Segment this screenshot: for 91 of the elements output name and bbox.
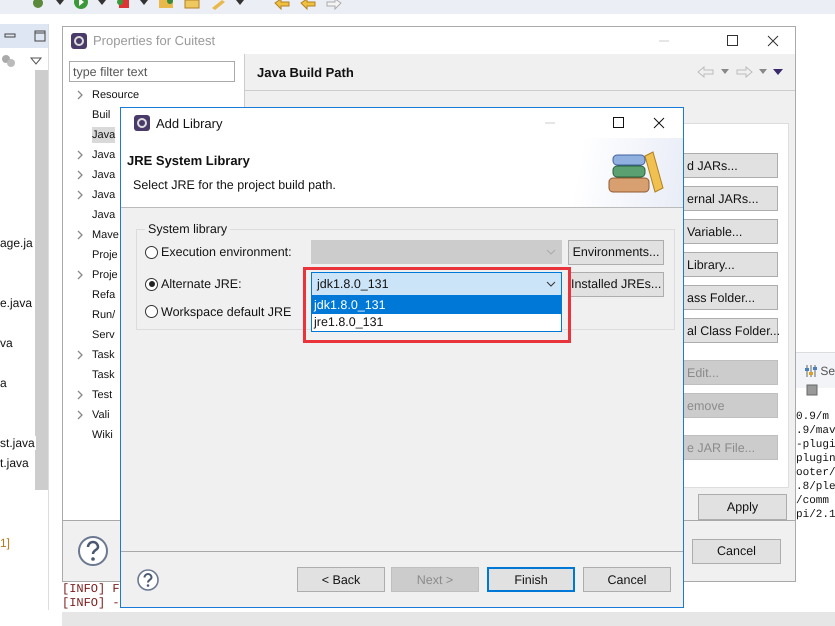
sliders-icon[interactable]: [804, 364, 818, 378]
tree-item[interactable]: Vali: [92, 407, 110, 423]
wizard-button[interactable]: Finish: [487, 567, 575, 592]
jre-button[interactable]: Installed JREs...: [568, 272, 664, 296]
maximize-icon[interactable]: [727, 34, 739, 46]
caret-icon[interactable]: [236, 0, 244, 6]
option-label[interactable]: Workspace default JRE: [161, 304, 305, 318]
tree-item[interactable]: Java: [92, 127, 116, 143]
console-line: -plugi: [796, 438, 835, 452]
side-button[interactable]: Library...: [682, 252, 778, 277]
help-icon[interactable]: [77, 535, 109, 567]
tree-item[interactable]: Resource: [92, 87, 140, 103]
tree-item[interactable]: Java: [92, 207, 116, 223]
arrow-left-icon[interactable]: [300, 0, 316, 10]
side-button[interactable]: al Class Folder...: [682, 318, 778, 343]
console-line: .8/ple: [796, 480, 835, 494]
page-title: Java Build Path: [257, 64, 354, 80]
console-line: .9/mav: [796, 424, 835, 438]
maximize-icon[interactable]: [613, 117, 625, 129]
wizard-button[interactable]: Cancel: [583, 567, 671, 592]
file-name[interactable]: t.java: [0, 456, 30, 470]
dropdown-option[interactable]: jre1.8.0_131: [312, 314, 561, 331]
console-line: ooter/: [796, 466, 835, 480]
jre-dropdown[interactable]: jdk1.8.0_131: [311, 272, 562, 296]
group-label: System library: [147, 222, 228, 236]
window-title: Add Library: [156, 116, 222, 130]
tree-item[interactable]: Wiki: [92, 427, 113, 443]
cancel-button[interactable]: Cancel: [692, 538, 781, 564]
dialog-description: Select JRE for the project build path.: [132, 178, 337, 192]
tree-item[interactable]: Task: [92, 367, 115, 383]
dialog-heading: JRE System Library: [127, 153, 251, 168]
tree-item[interactable]: Run/: [92, 307, 116, 323]
window-title: Properties for Cuitest: [93, 33, 216, 48]
folder-icon[interactable]: [184, 0, 200, 10]
caret-icon[interactable]: [56, 0, 64, 6]
tree-item[interactable]: Java: [92, 187, 116, 203]
chevron-down-icon[interactable]: [546, 281, 556, 287]
stop-icon[interactable]: [806, 384, 818, 396]
side-button[interactable]: d JARs...: [682, 153, 778, 178]
console-line: /comm: [796, 494, 830, 508]
tree-item[interactable]: Test: [92, 387, 112, 403]
run-icon[interactable]: [74, 0, 88, 10]
close-icon[interactable]: [767, 34, 779, 46]
filter-field[interactable]: type filter text: [69, 61, 235, 82]
arrow-left-icon[interactable]: [274, 0, 290, 10]
view-menu-icon[interactable]: [773, 68, 783, 76]
help-icon[interactable]: [137, 568, 159, 590]
console-line: plugin: [796, 452, 835, 466]
tree-item[interactable]: Java: [92, 147, 116, 163]
scrollbar[interactable]: [35, 70, 48, 490]
tree-item[interactable]: Proje: [92, 247, 118, 263]
scrollbar[interactable]: [62, 612, 835, 626]
side-button[interactable]: Variable...: [682, 219, 778, 244]
tree-item[interactable]: Mave: [92, 227, 119, 243]
apply-button[interactable]: Apply: [698, 494, 787, 520]
view-tab[interactable]: Se: [820, 364, 835, 378]
radio-button[interactable]: [145, 305, 158, 318]
tree-item[interactable]: Refa: [92, 287, 116, 303]
option-label[interactable]: Alternate JRE:: [161, 277, 305, 291]
console-line: [INFO] -: [62, 596, 120, 610]
dropdown-option[interactable]: jdk1.8.0_131: [312, 297, 561, 314]
option-label[interactable]: Execution environment:: [161, 245, 305, 259]
wizard-button[interactable]: < Back: [297, 567, 385, 592]
view-menu-icon[interactable]: [30, 57, 42, 65]
side-button[interactable]: ass Folder...: [682, 285, 778, 310]
file-name[interactable]: st.java: [0, 436, 36, 450]
tree-item[interactable]: Buil: [92, 107, 110, 123]
console-line: pi/2.1: [796, 508, 835, 522]
tree-item[interactable]: Java: [92, 167, 116, 183]
tree-item[interactable]: Serv: [92, 327, 115, 343]
radio-button[interactable]: [145, 246, 158, 258]
radio-button[interactable]: [145, 278, 158, 290]
jre-button[interactable]: Environments...: [568, 240, 664, 264]
folder-icon[interactable]: [158, 0, 174, 10]
caret-icon[interactable]: [98, 0, 106, 6]
arrow-right-icon[interactable]: [326, 0, 342, 10]
console-line: 0.9/m: [796, 410, 830, 424]
tree-item[interactable]: Task: [92, 347, 115, 363]
file-name[interactable]: e.java: [0, 296, 34, 310]
console-line: [INFO] F: [62, 582, 120, 596]
books-icon: [607, 150, 665, 196]
gear-icon: [134, 115, 150, 131]
close-icon[interactable]: [653, 117, 665, 129]
coins-icon[interactable]: [1, 55, 17, 67]
caret-icon[interactable]: [140, 0, 148, 6]
tree-item[interactable]: Proje: [92, 267, 118, 283]
file-name[interactable]: 1]: [0, 536, 12, 550]
file-name[interactable]: age.ja: [0, 236, 34, 250]
gear-icon: [71, 32, 87, 48]
maximize-icon[interactable]: [34, 30, 46, 42]
side-button[interactable]: ernal JARs...: [682, 186, 778, 211]
